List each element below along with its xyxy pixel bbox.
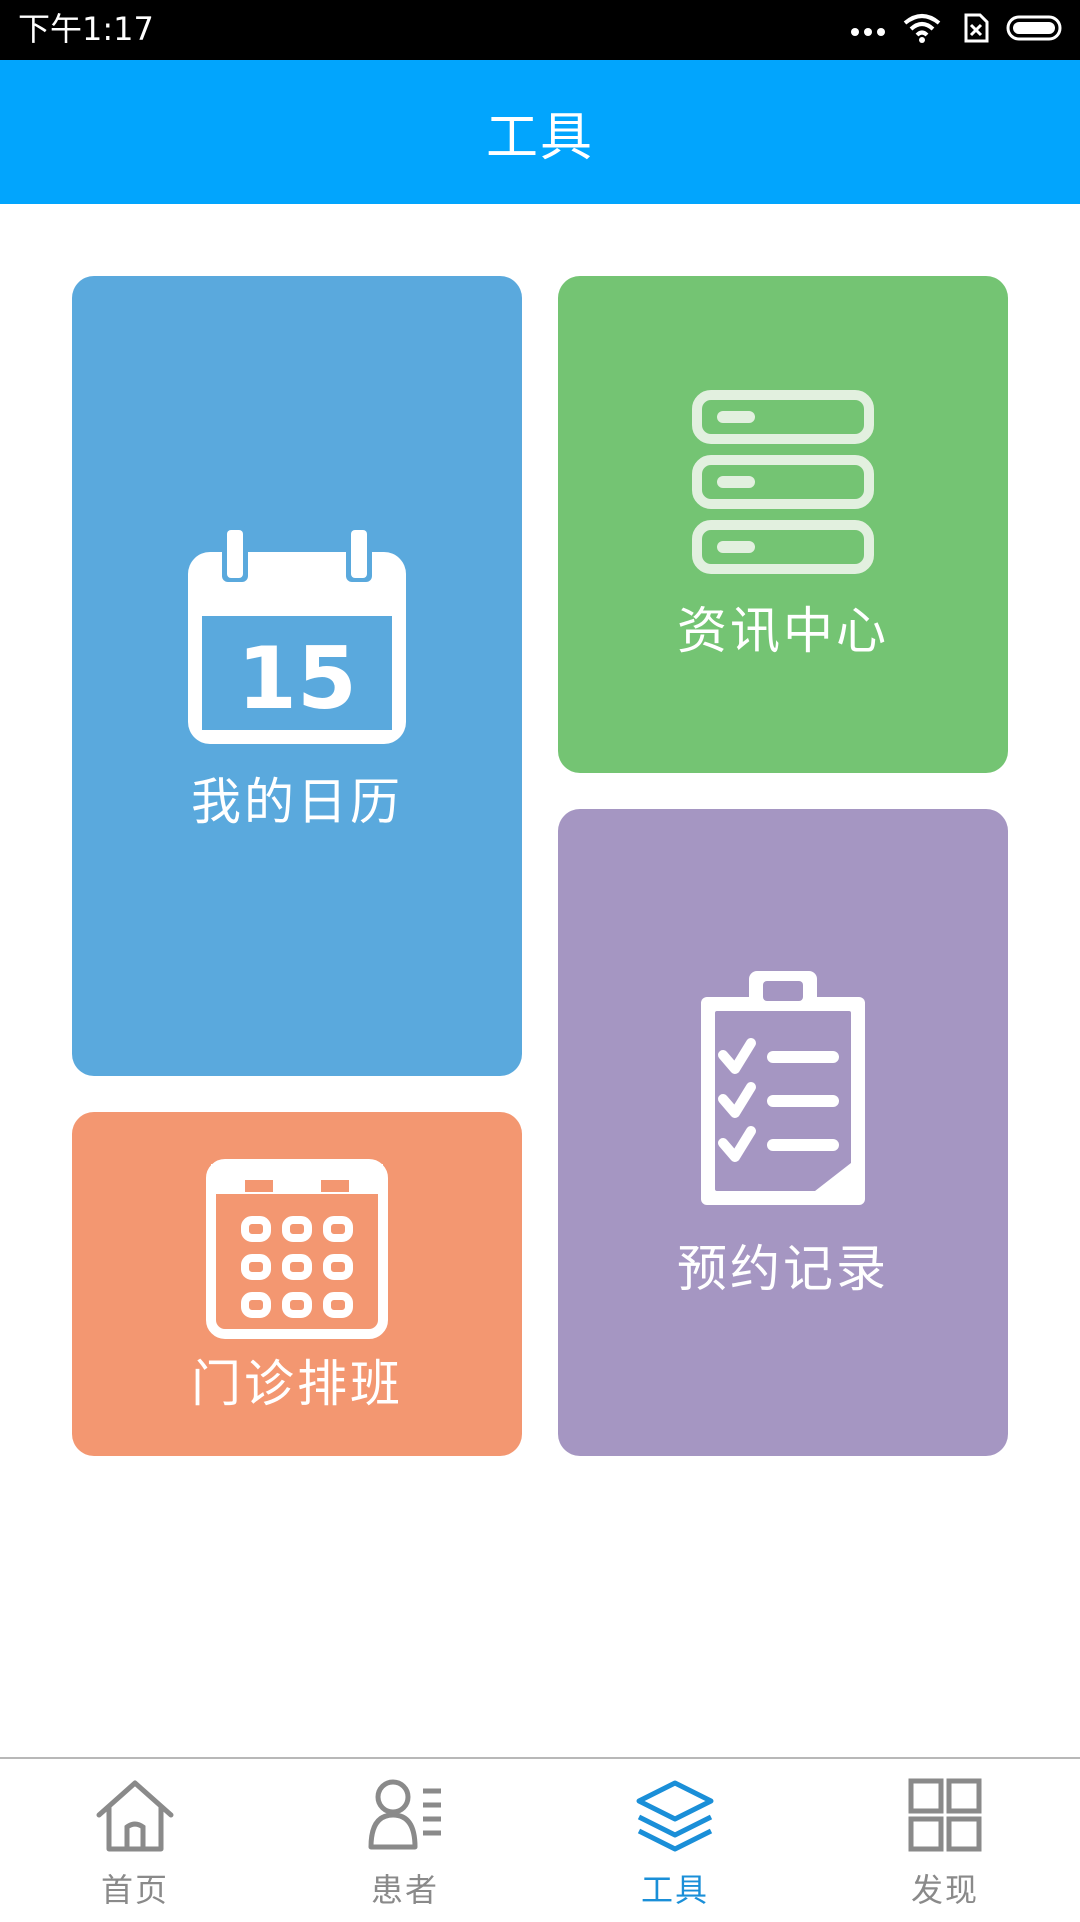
calendar-grid-icon <box>205 1154 389 1344</box>
clipboard-checklist-icon <box>693 967 873 1215</box>
status-icons <box>850 12 1066 48</box>
grid-icon <box>903 1777 987 1859</box>
tile-label-schedule: 门诊排班 <box>191 1355 403 1413</box>
calendar-day-number: 15 <box>237 629 357 729</box>
battery-icon <box>1006 14 1066 46</box>
calendar-15-icon: 15 <box>182 520 412 754</box>
server-list-icon <box>691 389 875 579</box>
status-time: 下午1:17 <box>18 10 154 48</box>
layers-icon <box>633 1777 717 1859</box>
tile-label-appointment: 预约记录 <box>677 1239 889 1298</box>
tab-discover[interactable]: 发现 <box>810 1759 1080 1922</box>
tile-clinic-schedule[interactable]: 门诊排班 <box>72 1112 522 1456</box>
tab-tools-label: 工具 <box>640 1871 709 1909</box>
tab-patients[interactable]: 患者 <box>270 1759 540 1922</box>
app-header: 工具 <box>0 60 1080 204</box>
more-dots-icon <box>850 21 886 40</box>
bottom-tab-bar: 首页 患者 工具 发现 <box>0 1757 1080 1922</box>
wifi-icon <box>902 12 942 48</box>
tile-appointment-records[interactable]: 预约记录 <box>558 809 1008 1456</box>
tile-label-news: 资讯中心 <box>677 601 889 660</box>
tab-home[interactable]: 首页 <box>0 1759 270 1922</box>
tile-my-calendar[interactable]: 15 我的日历 <box>72 276 522 1076</box>
tile-label-calendar: 我的日历 <box>191 773 403 831</box>
tab-discover-label: 发现 <box>910 1871 979 1909</box>
tab-tools[interactable]: 工具 <box>540 1759 810 1922</box>
home-icon <box>93 1777 177 1859</box>
tile-news-center[interactable]: 资讯中心 <box>558 276 1008 773</box>
no-sim-icon <box>958 12 990 48</box>
tab-patients-label: 患者 <box>370 1871 439 1909</box>
patients-icon <box>363 1777 447 1859</box>
tab-home-label: 首页 <box>100 1871 169 1909</box>
status-bar: 下午1:17 <box>0 0 1080 60</box>
page-title: 工具 <box>485 107 594 168</box>
